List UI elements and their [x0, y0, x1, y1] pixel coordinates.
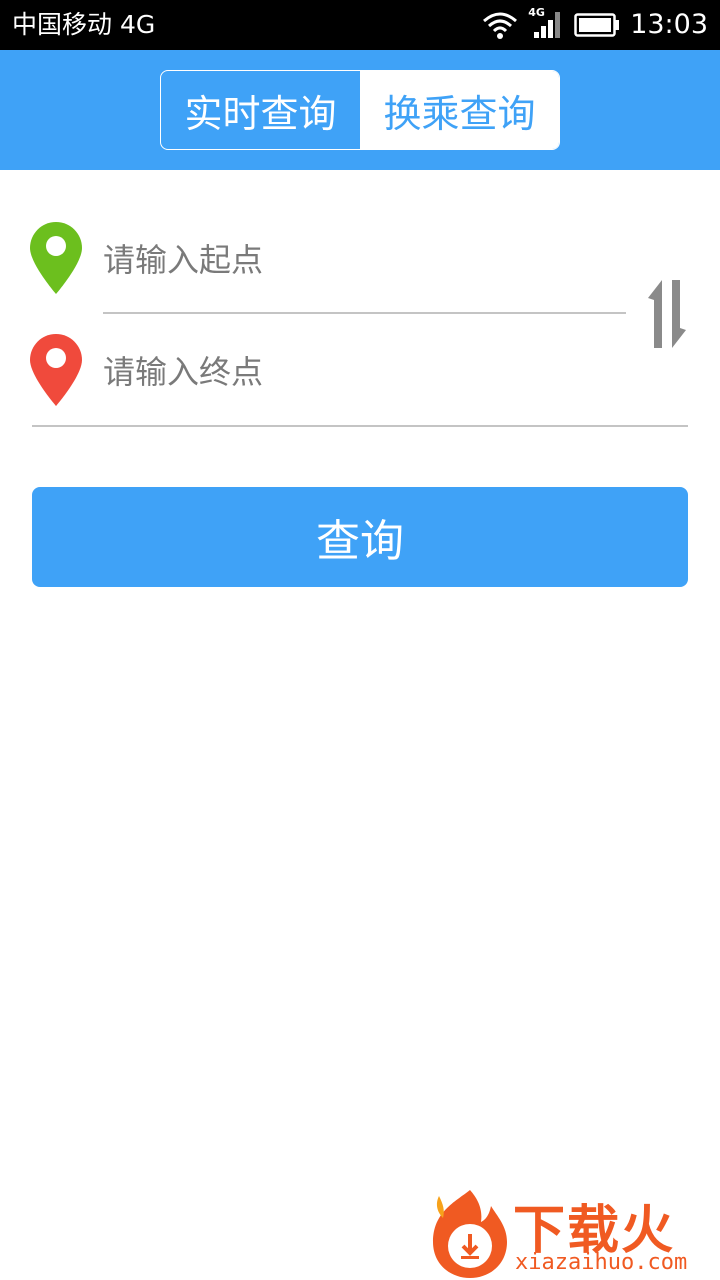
status-icons: 4G 13:03	[472, 6, 708, 42]
watermark-logo: 下载火 xiazaihuo.com	[425, 1186, 720, 1280]
carrier-label: 中国移动 4G	[12, 10, 156, 39]
signal-icon: 4G	[528, 6, 564, 42]
battery-icon	[574, 13, 620, 37]
start-location-pin-icon	[30, 222, 82, 294]
query-mode-tabs: 实时查询 换乘查询	[160, 70, 560, 150]
end-input-underline	[32, 425, 688, 427]
flame-logo-icon	[433, 1190, 507, 1278]
header: 实时查询 换乘查询	[0, 50, 720, 170]
watermark-url: xiazaihuo.com	[515, 1250, 688, 1275]
tab-transfer-query[interactable]: 换乘查询	[360, 71, 559, 149]
end-location-pin-icon	[30, 334, 82, 406]
status-bar: 中国移动 4G 4G 13:03	[0, 0, 720, 50]
end-point-input[interactable]	[103, 342, 623, 402]
tab-realtime-query[interactable]: 实时查询	[161, 71, 360, 149]
start-point-input[interactable]	[103, 230, 623, 290]
wifi-icon	[483, 12, 518, 39]
start-input-underline	[103, 312, 626, 314]
query-button[interactable]: 查询	[32, 487, 688, 587]
swap-vertical-icon[interactable]	[644, 278, 690, 350]
clock: 13:03	[630, 9, 708, 40]
